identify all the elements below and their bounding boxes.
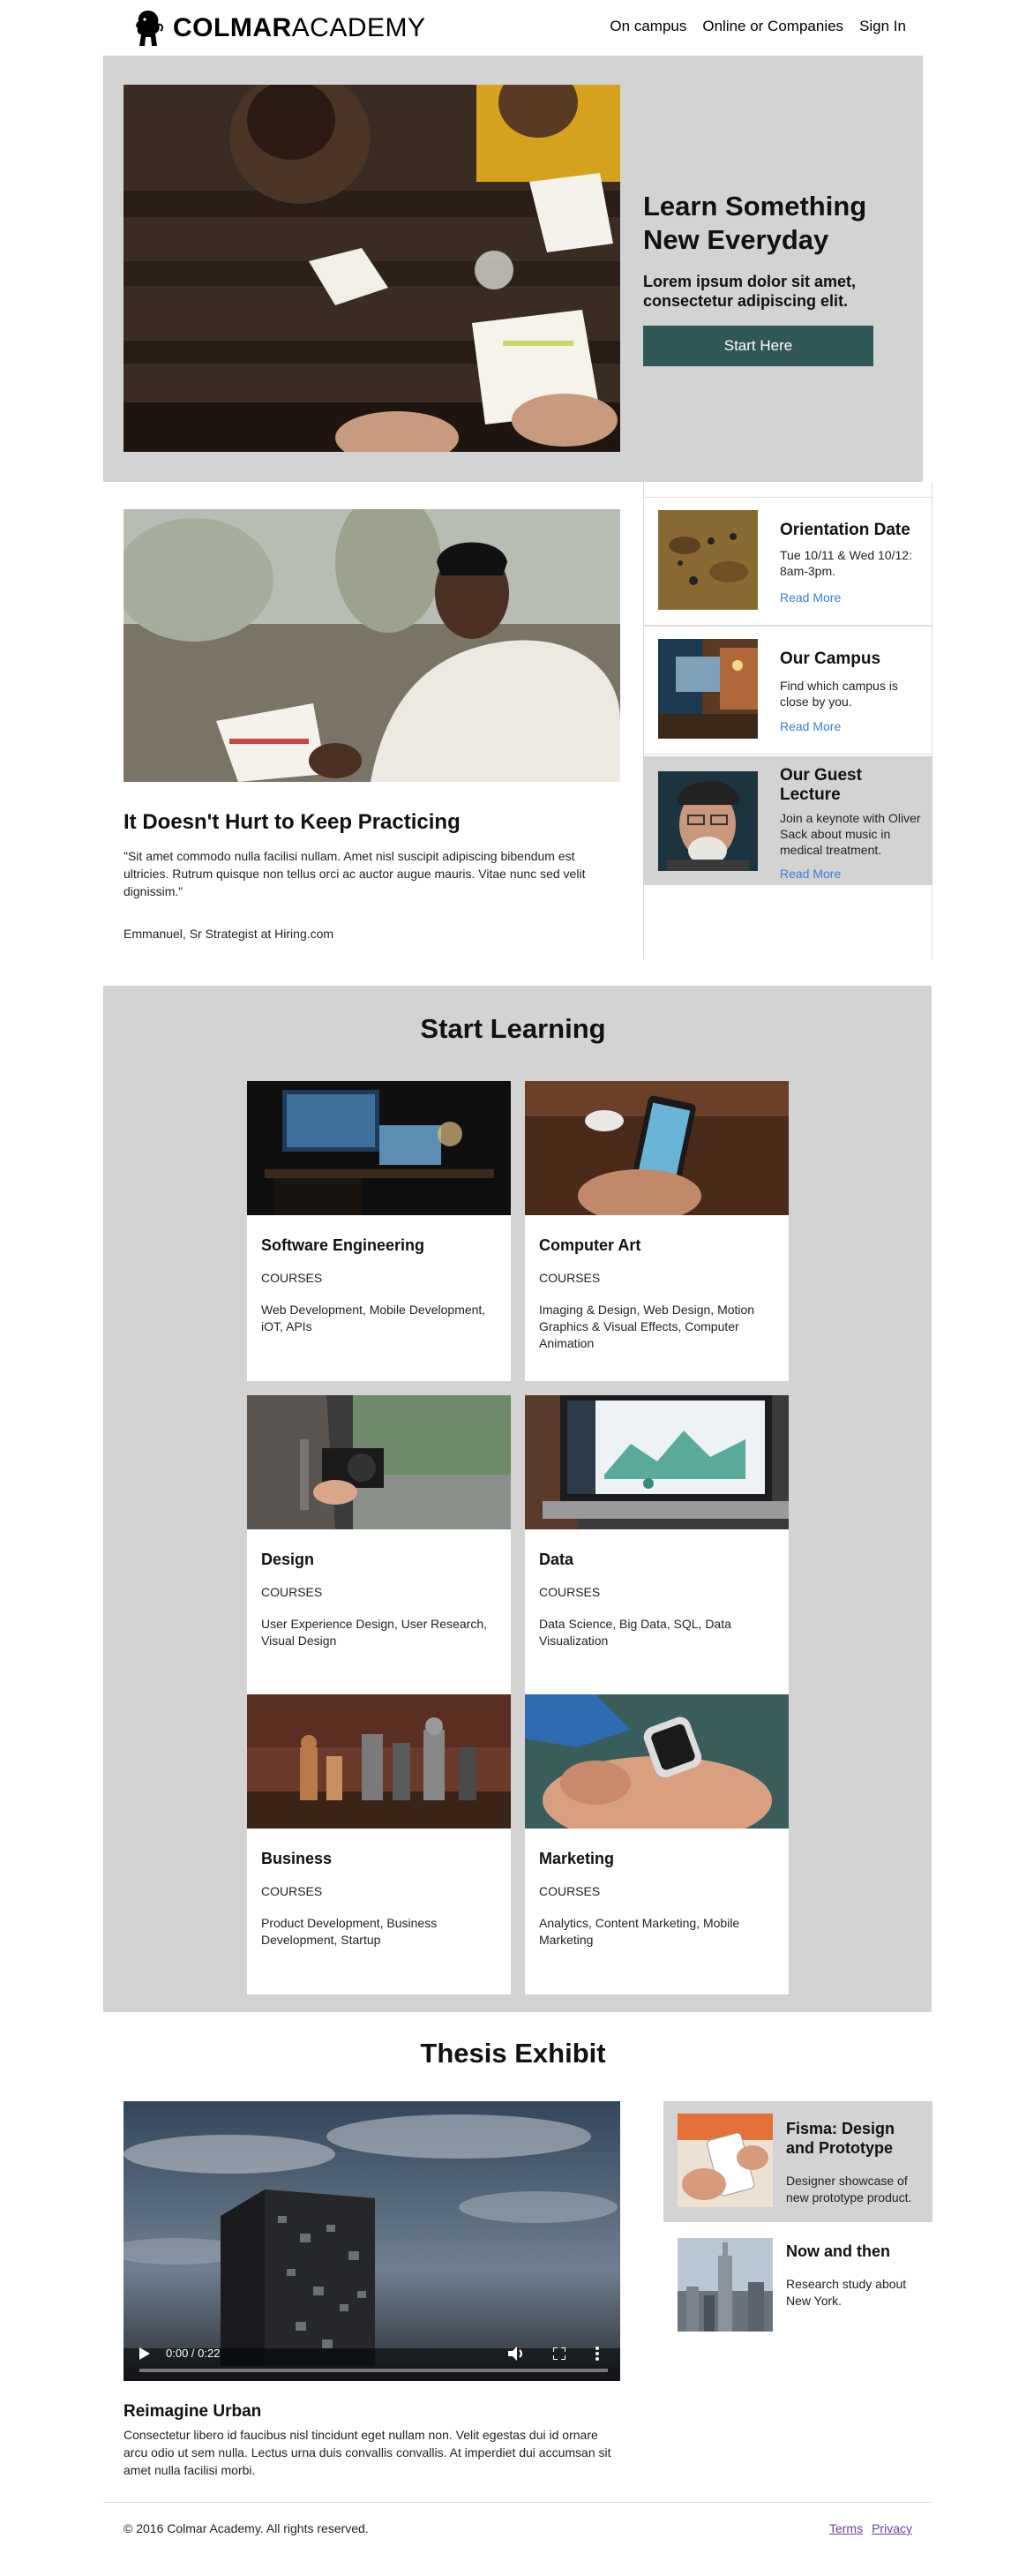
course-desc: Data Science, Big Data, SQL, Data Visual… xyxy=(539,1617,731,1648)
course-card-marketing[interactable]: Marketing COURSES Analytics, Content Mar… xyxy=(525,1694,789,1994)
course-title: Data xyxy=(539,1551,574,1568)
footer-divider xyxy=(103,2502,932,2503)
project-title: Now and then xyxy=(786,2242,890,2260)
testimonial-photo xyxy=(124,509,620,782)
hero-photo xyxy=(124,85,620,452)
event-title: Our Campus xyxy=(780,650,881,668)
course-label: COURSES xyxy=(539,1271,601,1285)
event-card-campus[interactable]: Our Campus Find which campus is close by… xyxy=(643,626,932,755)
course-title: Software Engineering xyxy=(261,1236,425,1254)
course-label: COURSES xyxy=(261,1585,323,1599)
project-thumb xyxy=(678,2114,773,2207)
video-player[interactable]: 0:00 / 0:22 xyxy=(124,2101,620,2381)
nav-sign-in[interactable]: Sign In xyxy=(859,18,906,35)
testimonial-quote: "Sit amet commodo nulla facilisi nullam.… xyxy=(124,849,586,898)
project-card-now-and-then[interactable]: Now and then Research study about New Yo… xyxy=(663,2226,932,2347)
logo-text: COLMARACADEMY xyxy=(173,13,426,42)
course-card-software-engineering[interactable]: Software Engineering COURSES Web Develop… xyxy=(247,1081,511,1381)
event-desc: Join a keynote with Oliver Sack about mu… xyxy=(780,811,921,857)
nav-online-companies[interactable]: Online or Companies xyxy=(702,18,843,35)
event-thumb xyxy=(658,771,758,871)
course-label: COURSES xyxy=(261,1884,323,1898)
event-desc: Find which campus is close by you. xyxy=(780,679,898,709)
hero-title: Learn Something New Everyday xyxy=(643,191,867,255)
thesis-main-desc: Consectetur libero id faucibus nisl tinc… xyxy=(124,2428,611,2477)
course-label: COURSES xyxy=(539,1585,601,1599)
thesis-main-title: Reimagine Urban xyxy=(124,2402,262,2421)
course-image xyxy=(525,1694,789,1829)
testimonial-author: Emmanuel, Sr Strategist at Hiring.com xyxy=(124,927,334,941)
hero-subtitle: Lorem ipsum dolor sit amet, consectetur … xyxy=(643,273,857,310)
course-title: Computer Art xyxy=(539,1236,641,1254)
course-desc: Product Development, Business Developmen… xyxy=(261,1916,438,1947)
course-image xyxy=(525,1395,789,1529)
thesis-exhibit-title: Thesis Exhibit xyxy=(420,2038,606,2069)
course-image xyxy=(247,1081,511,1215)
event-thumb xyxy=(658,639,758,739)
start-learning-section xyxy=(103,986,932,2012)
course-card-data[interactable]: Data COURSES Data Science, Big Data, SQL… xyxy=(525,1395,789,1695)
course-desc: Imaging & Design, Web Design, Motion Gra… xyxy=(539,1303,755,1350)
testimonial-title: It Doesn't Hurt to Keep Practicing xyxy=(124,810,461,834)
event-card-orientation[interactable]: Orientation Date Tue 10/11 & Wed 10/12: … xyxy=(643,497,932,626)
logo[interactable]: COLMARACADEMY xyxy=(131,4,426,53)
event-title: Orientation Date xyxy=(780,521,910,539)
privacy-link[interactable]: Privacy xyxy=(872,2521,912,2535)
read-more-link[interactable]: Read More xyxy=(780,719,841,733)
fullscreen-icon[interactable] xyxy=(553,2347,565,2360)
event-thumb xyxy=(658,510,758,610)
copyright-text: © 2016 Colmar Academy. All rights reserv… xyxy=(124,2521,369,2535)
start-here-button[interactable]: Start Here xyxy=(643,326,873,366)
event-title: Our Guest Lecture xyxy=(780,766,862,804)
course-label: COURSES xyxy=(261,1271,323,1285)
video-progress-bar[interactable] xyxy=(139,2369,608,2372)
course-desc: Web Development, Mobile Development, iOT… xyxy=(261,1303,486,1333)
project-title: Fisma: Design and Prototype xyxy=(786,2120,895,2157)
main-nav: On campus Online or Companies Sign In xyxy=(610,18,906,35)
video-controls: 0:00 / 0:22 xyxy=(124,2328,620,2381)
terms-link[interactable]: Terms xyxy=(829,2521,863,2535)
course-desc: User Experience Design, User Research, V… xyxy=(261,1617,487,1648)
start-learning-title: Start Learning xyxy=(420,1013,606,1044)
read-more-link[interactable]: Read More xyxy=(780,867,841,881)
course-desc: Analytics, Content Marketing, Mobile Mar… xyxy=(539,1916,740,1947)
video-time: 0:00 / 0:22 xyxy=(166,2347,221,2360)
footer-links: Terms Privacy xyxy=(829,2521,912,2535)
course-title: Marketing xyxy=(539,1850,615,1867)
lion-logo-icon xyxy=(136,11,164,46)
project-desc: Research study about New York. xyxy=(786,2277,907,2308)
course-card-computer-art[interactable]: Computer Art COURSES Imaging & Design, W… xyxy=(525,1081,789,1381)
course-image xyxy=(247,1694,511,1829)
event-card-guest-lecture[interactable]: Our Guest Lecture Join a keynote with Ol… xyxy=(643,756,932,885)
course-card-business[interactable]: Business COURSES Product Development, Bu… xyxy=(247,1694,511,1994)
course-label: COURSES xyxy=(539,1884,601,1898)
read-more-link[interactable]: Read More xyxy=(780,590,841,605)
event-desc: Tue 10/11 & Wed 10/12: 8am-3pm. xyxy=(780,548,912,578)
course-title: Business xyxy=(261,1850,333,1867)
more-options-icon[interactable] xyxy=(595,2346,599,2362)
course-image xyxy=(247,1395,511,1529)
play-icon[interactable] xyxy=(139,2347,150,2360)
course-title: Design xyxy=(261,1551,315,1568)
volume-icon[interactable] xyxy=(508,2347,524,2361)
project-thumb xyxy=(678,2238,773,2332)
nav-on-campus[interactable]: On campus xyxy=(610,18,686,35)
course-image xyxy=(525,1081,789,1215)
course-card-design[interactable]: Design COURSES User Experience Design, U… xyxy=(247,1395,511,1695)
project-desc: Designer showcase of new prototype produ… xyxy=(786,2174,912,2204)
project-card-fisma[interactable]: Fisma: Design and Prototype Designer sho… xyxy=(663,2101,932,2222)
